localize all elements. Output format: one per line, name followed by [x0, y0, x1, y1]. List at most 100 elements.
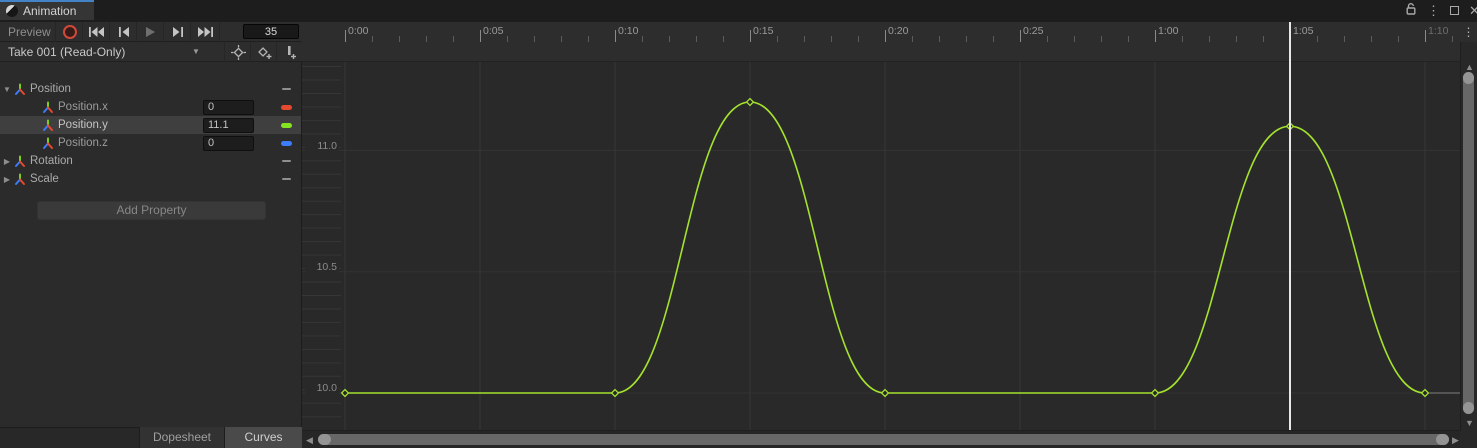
- curve-color-indicator[interactable]: [281, 123, 292, 128]
- add-property-button[interactable]: Add Property: [37, 201, 266, 220]
- go-to-beginning-icon: [89, 27, 104, 37]
- next-frame-button[interactable]: [163, 22, 191, 42]
- playhead[interactable]: [1289, 22, 1291, 430]
- transform-icon: [14, 173, 26, 186]
- frame-field[interactable]: 35: [243, 24, 299, 39]
- value-axis-label: 11.0: [305, 140, 339, 152]
- h-scroll-min-handle[interactable]: [318, 434, 331, 445]
- transform-icon: [42, 101, 54, 114]
- transform-icon: [14, 83, 26, 96]
- property-row[interactable]: Position.z 0: [0, 134, 301, 152]
- previous-frame-icon: [119, 27, 129, 37]
- v-scroll-max-handle[interactable]: [1463, 402, 1474, 414]
- keyframe-dash-indicator: [282, 88, 291, 90]
- kebab-menu-icon[interactable]: ⋮: [1427, 3, 1440, 19]
- ruler-label: 1:05: [1293, 25, 1313, 37]
- transform-icon: [14, 155, 26, 168]
- go-to-beginning-button[interactable]: [82, 22, 110, 42]
- property-value-field[interactable]: 0: [203, 100, 254, 115]
- property-row[interactable]: Position.y 11.1: [0, 116, 301, 134]
- property-group-label: Scale: [30, 173, 59, 185]
- property-label: Position.x: [58, 101, 108, 113]
- property-group-row[interactable]: ▶ Rotation: [0, 152, 301, 170]
- ruler-label: 1:10: [1428, 25, 1448, 37]
- ruler-label: 0:15: [753, 25, 773, 37]
- ruler-label: 0:05: [483, 25, 503, 37]
- record-icon: [63, 25, 77, 39]
- timeline-ruler[interactable]: 0:00 0:05 0:10 0:15 0:20 0:25 1:00 1:05 1:10: [302, 22, 1460, 42]
- window-controls: ⋮ ✕: [1406, 3, 1477, 19]
- property-group-label: Position: [30, 83, 71, 95]
- ruler-major-tick: [750, 30, 751, 42]
- ruler-major-tick: [885, 30, 886, 42]
- tab-title: Animation: [23, 4, 76, 18]
- play-icon: [146, 27, 155, 37]
- record-button[interactable]: [55, 22, 83, 42]
- previous-frame-button[interactable]: [109, 22, 137, 42]
- animation-window: Animation ⋮ ✕ Preview 35 Take 001 (Read-…: [0, 0, 1477, 448]
- clip-name: Take 001 (Read-Only): [8, 42, 125, 62]
- scroll-down-icon[interactable]: ▼: [1465, 418, 1474, 429]
- property-group-label: Rotation: [30, 155, 73, 167]
- property-label: Position.z: [58, 137, 108, 149]
- ruler-label: 0:10: [618, 25, 638, 37]
- go-to-end-button[interactable]: [190, 22, 220, 42]
- h-scroll-max-handle[interactable]: [1436, 434, 1449, 445]
- property-value-field[interactable]: 11.1: [203, 118, 254, 133]
- play-button[interactable]: [136, 22, 164, 42]
- go-to-end-icon: [198, 27, 213, 37]
- unlock-icon[interactable]: [1406, 3, 1417, 19]
- value-axis-label: 10.5: [305, 261, 339, 273]
- ruler-major-tick: [480, 30, 481, 42]
- preview-toggle[interactable]: Preview: [8, 22, 51, 42]
- tab-animation[interactable]: Animation: [0, 0, 94, 20]
- tab-dopesheet[interactable]: Dopesheet: [139, 427, 224, 448]
- add-keyframe-icon: [257, 46, 272, 59]
- keyframe-diamond-icon: [231, 45, 246, 60]
- property-label: Position.y: [58, 119, 108, 131]
- transform-icon: [42, 137, 54, 150]
- ruler-major-tick: [1425, 30, 1426, 42]
- ruler-label: 0:25: [1023, 25, 1043, 37]
- curve-color-indicator[interactable]: [281, 141, 292, 146]
- foldout-open-icon[interactable]: ▼: [0, 85, 14, 94]
- ruler-kebab-menu-icon[interactable]: ⋮: [1460, 22, 1477, 42]
- scroll-right-icon[interactable]: ▶: [1452, 435, 1459, 446]
- property-group-row[interactable]: ▶ Scale: [0, 170, 301, 188]
- ruler-label: 0:20: [888, 25, 908, 37]
- curve-color-indicator[interactable]: [281, 105, 292, 110]
- ruler-major-tick: [1020, 30, 1021, 42]
- ruler-major-tick: [345, 30, 346, 42]
- ruler-major-tick: [615, 30, 616, 42]
- value-axis-label: 10.0: [305, 382, 339, 394]
- keyframe-button[interactable]: [224, 42, 251, 62]
- v-scroll-min-handle[interactable]: [1463, 72, 1474, 84]
- property-value-field[interactable]: 0: [203, 136, 254, 151]
- property-panel: ▼ Position Position.x 0 Position.y 11.1 Po…: [0, 62, 302, 427]
- property-group-row[interactable]: ▼ Position: [0, 80, 301, 98]
- ruler-label: 0:00: [348, 25, 368, 37]
- close-icon[interactable]: ✕: [1469, 3, 1477, 19]
- add-event-icon: [284, 46, 297, 59]
- tab-strip: Animation ⋮ ✕: [0, 0, 1477, 22]
- maximize-icon[interactable]: [1450, 3, 1459, 19]
- add-event-button[interactable]: [276, 42, 304, 62]
- vertical-scrollbar-thumb[interactable]: [1463, 72, 1474, 414]
- tab-curves[interactable]: Curves: [224, 427, 302, 448]
- unity-logo-icon: [6, 5, 18, 17]
- foldout-closed-icon[interactable]: ▶: [0, 175, 14, 184]
- ruler-major-tick: [1155, 30, 1156, 42]
- keyframe-dash-indicator: [282, 160, 291, 162]
- next-frame-icon: [173, 27, 183, 37]
- curve-plot: [302, 42, 1460, 431]
- scrollbar-corner: [1460, 431, 1477, 448]
- add-keyframe-button[interactable]: [250, 42, 277, 62]
- ruler-label: 1:00: [1158, 25, 1178, 37]
- horizontal-scrollbar-thumb[interactable]: [318, 434, 1449, 445]
- property-row[interactable]: Position.x 0: [0, 98, 301, 116]
- keyframe-dash-indicator: [282, 178, 291, 180]
- foldout-closed-icon[interactable]: ▶: [0, 157, 14, 166]
- chevron-down-icon: ▼: [192, 42, 200, 62]
- scroll-left-icon[interactable]: ◀: [306, 435, 313, 446]
- transform-icon: [42, 119, 54, 132]
